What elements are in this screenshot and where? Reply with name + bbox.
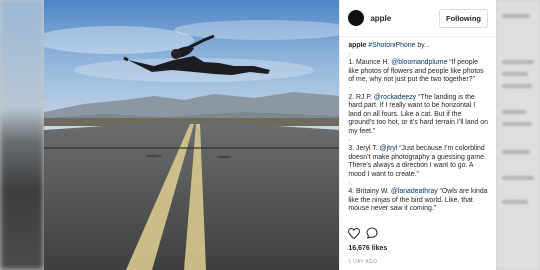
caption-dash: - bbox=[348, 179, 351, 187]
instagram-post-card: apple Following apple #ShotoniPhone by..… bbox=[44, 0, 496, 270]
post-timestamp: 1 DAY AGO bbox=[348, 259, 378, 265]
comment-icon[interactable] bbox=[366, 227, 378, 239]
following-button[interactable]: Following bbox=[439, 8, 488, 28]
caption-handle[interactable]: @rockadeezy bbox=[374, 94, 416, 101]
heart-icon[interactable] bbox=[348, 227, 361, 239]
caption-item: 3. Jeryl T. @jtryl “Just because I’m col… bbox=[348, 145, 486, 178]
post-header: apple Following bbox=[340, 0, 496, 37]
caption-handle[interactable]: @jtryl bbox=[380, 145, 398, 152]
caption-item: 2. RJ P. @rockadeezy “The landing is the… bbox=[348, 93, 488, 135]
post-side-panel: apple Following apple #ShotoniPhone by..… bbox=[339, 0, 496, 270]
background-blur-left bbox=[0, 0, 44, 270]
post-photo-image bbox=[44, 0, 340, 270]
caption-dash: - bbox=[348, 84, 351, 92]
avatar[interactable] bbox=[348, 10, 365, 26]
post-actions bbox=[348, 226, 488, 240]
caption-handle[interactable]: @lanadeathray bbox=[391, 188, 438, 195]
caption-item: 1. Maurice H. @bloomandplume “If people … bbox=[348, 59, 484, 84]
caption-hashtag[interactable]: #ShotoniPhone bbox=[368, 42, 415, 49]
likes-count[interactable]: 16,676 likes bbox=[348, 245, 387, 252]
post-photo[interactable] bbox=[44, 0, 340, 270]
caption-dash: - bbox=[348, 50, 351, 58]
post-caption: apple #ShotoniPhone by... - 1. Maurice H… bbox=[348, 42, 488, 222]
caption-intro: by... bbox=[417, 42, 430, 49]
caption-author[interactable]: apple bbox=[348, 42, 366, 49]
username[interactable]: apple bbox=[370, 14, 439, 23]
background-blur-right bbox=[496, 0, 540, 270]
caption-handle[interactable]: @bloomandplume bbox=[391, 59, 447, 66]
caption-dash: - bbox=[348, 136, 351, 144]
caption-item: 4. Britainy W. @lanadeathray “Owls are k… bbox=[348, 188, 488, 213]
